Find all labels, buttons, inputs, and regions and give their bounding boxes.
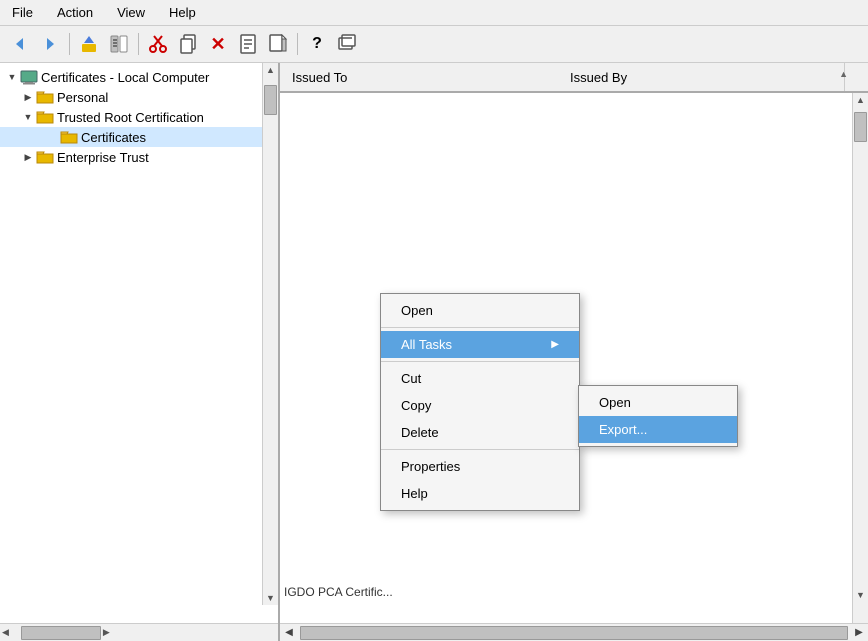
tree-toggle-personal[interactable]: ▶ <box>20 89 36 105</box>
tree-item-personal[interactable]: ▶ Personal <box>0 87 278 107</box>
tree-toggle-root[interactable]: ▼ <box>4 69 20 85</box>
copy-button[interactable] <box>174 30 202 58</box>
left-v-scrollbar[interactable]: ▲ ▼ <box>262 63 278 605</box>
submenu: Open Export... <box>578 385 738 447</box>
toolbar: ✕ ? <box>0 26 868 63</box>
new-window-button[interactable] <box>333 30 361 58</box>
tree-root: ▼ Certificates - Local Computer ▶ <box>0 63 278 171</box>
tree-label-certs: Certificates <box>81 130 146 145</box>
folder-icon-personal <box>36 89 54 105</box>
menu-help[interactable]: Help <box>165 3 200 22</box>
tree-label-personal: Personal <box>57 90 108 105</box>
menu-action[interactable]: Action <box>53 3 97 22</box>
context-menu: Open All Tasks ▶ Cut Copy <box>380 293 580 511</box>
left-scroll-up[interactable]: ▲ <box>263 63 278 77</box>
tree-item-certificates[interactable]: ▶ Certificates <box>0 127 278 147</box>
folder-icon-enterprise <box>36 149 54 165</box>
toolbar-sep-1 <box>69 33 70 55</box>
back-button[interactable] <box>6 30 34 58</box>
sub-open[interactable]: Open <box>579 389 737 416</box>
tree-label-trusted: Trusted Root Certification <box>57 110 204 125</box>
forward-button[interactable] <box>36 30 64 58</box>
left-scroll-thumb[interactable] <box>264 85 277 115</box>
ctx-sep-0 <box>381 327 579 328</box>
toolbar-sep-2 <box>138 33 139 55</box>
right-h-scroll-left[interactable]: ◀ <box>280 624 298 641</box>
help-button[interactable]: ? <box>303 30 331 58</box>
main-layout: ▼ Certificates - Local Computer ▶ <box>0 63 868 641</box>
ctx-copy[interactable]: Copy <box>381 392 579 419</box>
right-h-scroll-right[interactable]: ▶ <box>850 624 868 641</box>
ctx-all-tasks-label: All Tasks <box>401 337 452 352</box>
computer-icon <box>20 69 38 85</box>
ctx-all-tasks[interactable]: All Tasks ▶ <box>381 331 579 358</box>
delete-button[interactable]: ✕ <box>204 30 232 58</box>
tree-toggle-trusted[interactable]: ▼ <box>20 109 36 125</box>
tree-label-enterprise: Enterprise Trust <box>57 150 149 165</box>
ctx-delete[interactable]: Delete <box>381 419 579 446</box>
context-menu-overlay: Open All Tasks ▶ Cut Copy <box>280 93 868 623</box>
left-scroll-down[interactable]: ▼ <box>263 591 278 605</box>
properties-button[interactable] <box>234 30 262 58</box>
tree-item-enterprise[interactable]: ▶ Enterprise Trust <box>0 147 278 167</box>
right-h-scrollbar[interactable]: ◀ ▶ <box>280 623 868 641</box>
left-h-scroll-left[interactable]: ◀ <box>0 627 11 638</box>
right-h-scroll-thumb[interactable] <box>300 626 848 640</box>
ctx-properties[interactable]: Properties <box>381 453 579 480</box>
tree-root-label: Certificates - Local Computer <box>41 70 209 85</box>
right-content: IGDO PCA Certific... ▲ ▼ Open All Tasks <box>280 93 868 623</box>
export-list-button[interactable] <box>264 30 292 58</box>
ctx-sep-4 <box>381 449 579 450</box>
menu-bar: File Action View Help <box>0 0 868 26</box>
ctx-open-label: Open <box>401 303 433 318</box>
ctx-help-label: Help <box>401 486 428 501</box>
show-hide-button[interactable] <box>105 30 133 58</box>
column-issued-to[interactable]: Issued To <box>288 64 566 91</box>
ctx-cut-label: Cut <box>401 371 421 386</box>
tree-item-trusted-root[interactable]: ▼ Trusted Root Certification <box>0 107 278 127</box>
sub-export[interactable]: Export... <box>579 416 737 443</box>
tree-toggle-enterprise[interactable]: ▶ <box>20 149 36 165</box>
ctx-help[interactable]: Help <box>381 480 579 507</box>
tree-root-item[interactable]: ▼ Certificates - Local Computer <box>0 67 278 87</box>
ctx-arrow-all-tasks: ▶ <box>551 339 559 350</box>
folder-icon-trusted <box>36 109 54 125</box>
up-button[interactable] <box>75 30 103 58</box>
left-h-scroll-thumb[interactable] <box>21 626 101 640</box>
menu-view[interactable]: View <box>113 3 149 22</box>
right-panel-header: ▲ Issued To Issued By <box>280 63 868 93</box>
left-panel: ▼ Certificates - Local Computer ▶ <box>0 63 280 641</box>
folder-icon-certs <box>60 129 78 145</box>
cut-button[interactable] <box>144 30 172 58</box>
left-h-scrollbar[interactable]: ◀ ▶ <box>0 623 278 641</box>
ctx-copy-label: Copy <box>401 398 431 413</box>
column-issued-by[interactable]: Issued By <box>566 64 844 91</box>
ctx-properties-label: Properties <box>401 459 460 474</box>
tree-view: ▼ Certificates - Local Computer ▶ <box>0 63 278 623</box>
ctx-cut[interactable]: Cut <box>381 365 579 392</box>
scroll-up-indicator: ▲ <box>839 69 848 79</box>
toolbar-sep-3 <box>297 33 298 55</box>
ctx-sep-1 <box>381 361 579 362</box>
menu-file[interactable]: File <box>8 3 37 22</box>
ctx-open[interactable]: Open <box>381 297 579 324</box>
left-h-scroll-right[interactable]: ▶ <box>101 627 112 638</box>
right-panel: ▲ Issued To Issued By IGDO PCA Certific.… <box>280 63 868 641</box>
ctx-delete-label: Delete <box>401 425 439 440</box>
